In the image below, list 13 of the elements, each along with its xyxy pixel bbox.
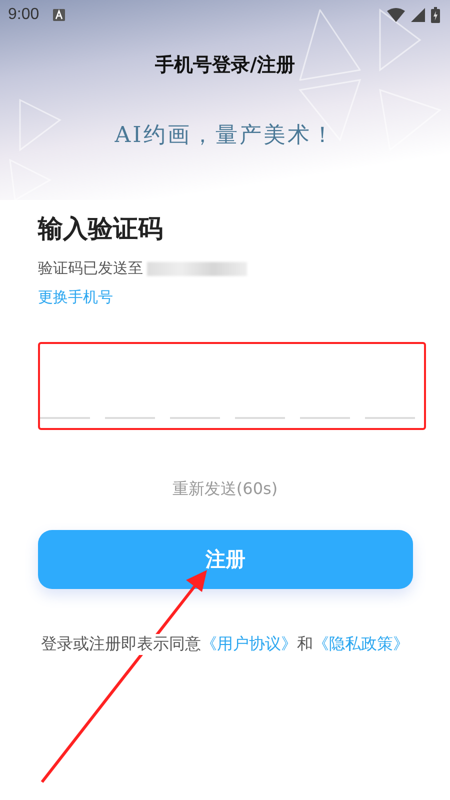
heading: 输入验证码 bbox=[38, 213, 164, 245]
status-time: 9:00 bbox=[8, 6, 40, 24]
notification-icon bbox=[53, 9, 66, 21]
page-title: 手机号登录/注册 bbox=[154, 53, 296, 78]
resend-countdown: 重新发送(60s) bbox=[171, 479, 279, 500]
register-button[interactable]: 注册 bbox=[38, 530, 413, 589]
slogan: AI约画，量产美术！ bbox=[114, 122, 336, 150]
signal-icon bbox=[411, 8, 425, 22]
change-phone-link[interactable]: 更换手机号 bbox=[38, 288, 113, 307]
wifi-icon bbox=[387, 8, 405, 22]
battery-icon bbox=[431, 7, 440, 23]
agreement-text: 登录或注册即表示同意 bbox=[41, 634, 201, 655]
sent-notice: 验证码已发送至 bbox=[38, 259, 143, 278]
